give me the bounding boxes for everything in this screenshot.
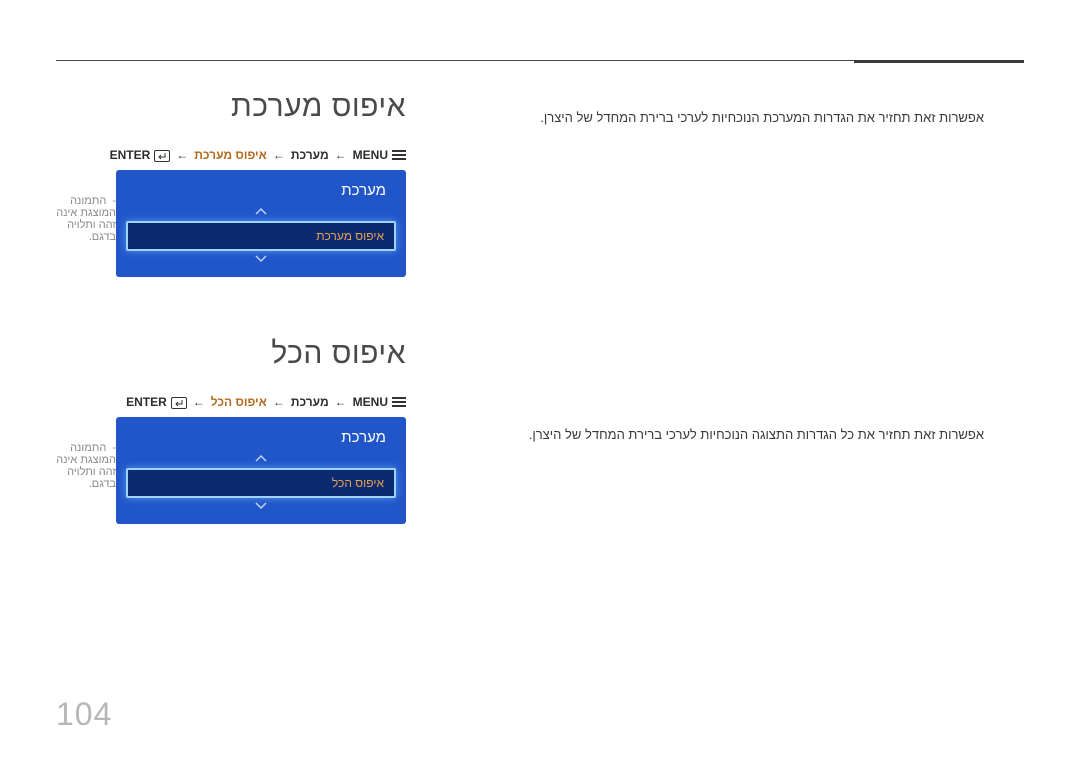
top-divider-accent [854,60,1024,63]
osd-panel-1: מערכת איפוס מערכת [116,170,406,277]
note-1-text: התמונה המוצגת אינה זהה ותלויה בדגם. [56,195,116,243]
osd-1-up-arrow[interactable] [126,205,396,219]
breadcrumb-highlight: איפוס מערכת [194,148,267,162]
section-2-description: אפשרות זאת תחזיר את כל הגדרות התצוגה הנו… [406,427,984,442]
osd-2-down-arrow[interactable] [126,500,396,514]
menu-icon [392,397,406,407]
section-1-description-block: אפשרות זאת תחזיר את הגדרות המערכת הנוכחי… [406,100,984,125]
content-row: אפשרות זאת תחזיר את הגדרות המערכת הנוכחי… [56,90,1024,584]
breadcrumb-part1: מערכת [291,395,329,409]
osd-1-down-arrow[interactable] [126,253,396,267]
osd-2-title: מערכת [126,427,396,452]
breadcrumb-menu-label: MENU [353,148,388,162]
breadcrumb-arrow-2a: ← [333,395,349,409]
section-1-heading: איפוס מערכת [56,90,406,124]
osd-2-item[interactable]: איפוס הכל [126,468,396,498]
breadcrumb-highlight: איפוס הכל [211,395,267,409]
breadcrumb-enter-label: ENTER [110,148,151,162]
section-2-description-block: אפשרות זאת תחזיר את כל הגדרות התצוגה הנו… [406,417,984,442]
breadcrumb-arrow-1a: ← [333,148,349,162]
panels-column: איפוס מערכת MENU ← מערכת ← איפוס מערכת ←… [56,90,406,584]
page: אפשרות זאת תחזיר את הגדרות המערכת הנוכחי… [0,0,1080,763]
enter-icon [154,148,170,162]
menu-icon [392,150,406,160]
enter-icon [171,395,187,409]
breadcrumb-part1: מערכת [291,148,329,162]
breadcrumb-arrow-2c: ← [191,395,207,409]
breadcrumb-1: MENU ← מערכת ← איפוס מערכת ← ENTER [56,148,406,162]
breadcrumb-arrow-1b: ← [271,148,287,162]
breadcrumb-menu-label: MENU [353,395,388,409]
descriptions-column: אפשרות זאת תחזיר את הגדרות המערכת הנוכחי… [406,90,1024,584]
note-2-text: התמונה המוצגת אינה זהה ותלויה בדגם. [56,442,116,490]
section-reset-all: איפוס הכל MENU ← מערכת ← איפוס הכל ← ENT… [56,337,406,524]
breadcrumb-arrow-2b: ← [271,395,287,409]
osd-panel-2: מערכת איפוס הכל [116,417,406,524]
page-number: 104 [56,696,112,733]
osd-1-item[interactable]: איפוס מערכת [126,221,396,251]
breadcrumb-arrow-1c: ← [174,148,190,162]
section-1-description: אפשרות זאת תחזיר את הגדרות המערכת הנוכחי… [406,110,984,125]
section-system-reset: איפוס מערכת MENU ← מערכת ← איפוס מערכת ←… [56,90,406,277]
osd-2-up-arrow[interactable] [126,452,396,466]
section-2-heading: איפוס הכל [56,337,406,371]
breadcrumb-2: MENU ← מערכת ← איפוס הכל ← ENTER [56,395,406,409]
breadcrumb-enter-label: ENTER [126,395,167,409]
osd-1-title: מערכת [126,180,396,205]
